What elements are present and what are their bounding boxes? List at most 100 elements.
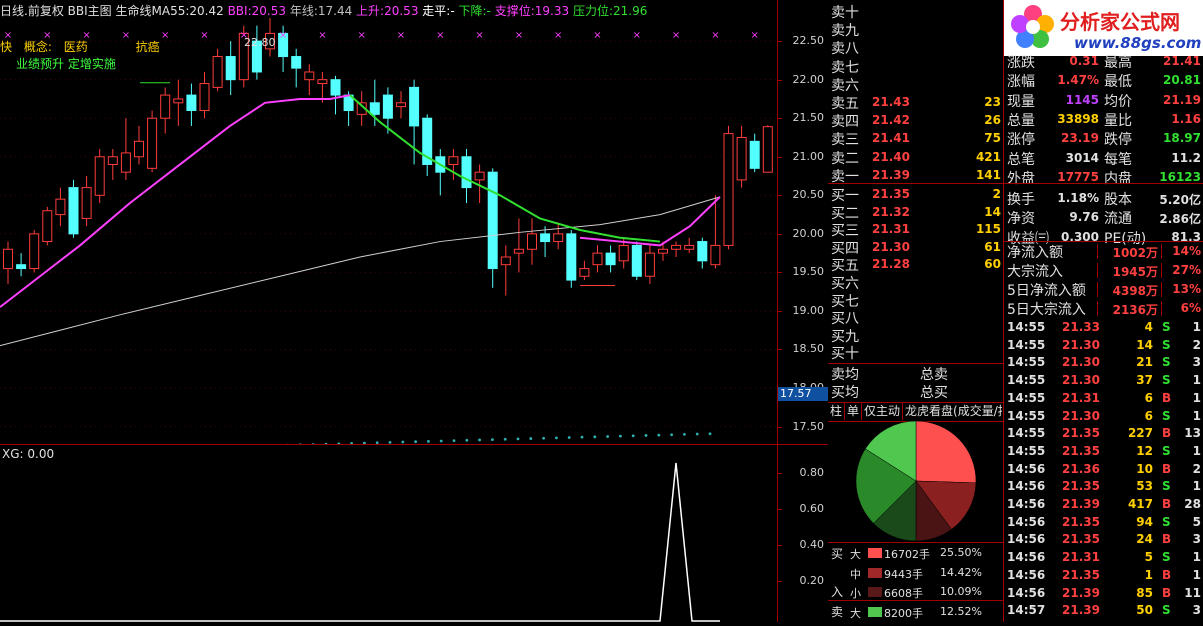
- tick-row[interactable]: 14:5621.351B1: [1004, 568, 1203, 586]
- tick-price: 21.35: [1062, 426, 1100, 440]
- order-price: 21.32: [872, 205, 910, 219]
- indicator-axis-tick: [778, 509, 782, 510]
- order-sell-row[interactable]: 卖九: [828, 20, 1004, 38]
- tick-count: 13: [1184, 426, 1201, 440]
- order-sell-row[interactable]: 卖八: [828, 38, 1004, 56]
- order-level-label: 卖八: [831, 38, 859, 58]
- order-price: 21.31: [872, 222, 910, 236]
- signal-mark: ×: [318, 30, 326, 41]
- concept-tag-1[interactable]: 医药: [64, 40, 88, 54]
- tick-list[interactable]: 14:5521.334S114:5521.3014S214:5521.3021S…: [1004, 320, 1203, 622]
- tick-price: 21.30: [1062, 355, 1100, 369]
- tick-row[interactable]: 14:5621.3594S5: [1004, 515, 1203, 533]
- candle-body: [108, 157, 117, 165]
- tick-row[interactable]: 14:5521.35227B13: [1004, 426, 1203, 444]
- quote-value: 11.2: [1171, 151, 1201, 165]
- quote-label: 最高: [1104, 52, 1132, 72]
- indicator-panel[interactable]: XG: 0.00: [0, 445, 778, 622]
- bbi-rebound-line: [580, 197, 720, 246]
- price-axis-tick: [778, 157, 782, 158]
- indicator-name[interactable]: BBI主图: [68, 4, 112, 18]
- order-sell-row[interactable]: 卖七: [828, 57, 1004, 75]
- price-axis-tick: [778, 272, 782, 273]
- candlestick-svg[interactable]: ××××××××××××××××××××: [0, 0, 778, 444]
- flow-table-row: 大8200手12.52%: [828, 603, 1004, 622]
- order-buy-row[interactable]: 买五21.2860: [828, 255, 1004, 273]
- tick-row[interactable]: 14:5521.3021S3: [1004, 355, 1203, 373]
- tick-row[interactable]: 14:5621.3985B11: [1004, 586, 1203, 604]
- tick-row[interactable]: 14:5621.3610B2: [1004, 462, 1203, 480]
- order-buy-row[interactable]: 买七: [828, 291, 1004, 309]
- order-level-label: 卖九: [831, 20, 859, 40]
- tick-volume: 1: [1145, 568, 1153, 582]
- flow-tab[interactable]: 龙虎看盘(成交量/按: [903, 403, 1002, 420]
- tick-row[interactable]: 14:5621.39417B28: [1004, 497, 1203, 515]
- tick-side: S: [1162, 320, 1171, 334]
- order-buy-row[interactable]: 买二21.3214: [828, 203, 1004, 221]
- order-buy-row[interactable]: 买三21.31115: [828, 220, 1004, 238]
- flow-pct: 12.52%: [940, 605, 982, 618]
- quote-separator: [1004, 183, 1203, 184]
- order-sell-row[interactable]: 卖二21.40421: [828, 148, 1004, 166]
- order-sell-row[interactable]: 卖五21.4323: [828, 93, 1004, 111]
- tick-volume: 14: [1136, 338, 1153, 352]
- tick-row[interactable]: 14:5621.3553S1: [1004, 479, 1203, 497]
- flow-tab[interactable]: 单: [845, 403, 862, 420]
- candle-body: [711, 245, 720, 264]
- tick-price: 21.31: [1062, 391, 1100, 405]
- tick-side: S: [1162, 515, 1171, 529]
- order-sell-row[interactable]: 卖四21.4226: [828, 111, 1004, 129]
- order-buy-row[interactable]: 买十: [828, 343, 1004, 361]
- order-buy-row[interactable]: 买八: [828, 308, 1004, 326]
- quote-row: 总量33898量比1.16: [1004, 110, 1203, 129]
- tick-time: 14:55: [1007, 355, 1045, 369]
- signal-dot: [465, 439, 468, 442]
- tick-side: S: [1162, 338, 1171, 352]
- tick-row[interactable]: 14:5721.3950S3: [1004, 603, 1203, 621]
- order-sell-row[interactable]: 卖六: [828, 75, 1004, 93]
- tick-row[interactable]: 14:5521.316B1: [1004, 391, 1203, 409]
- order-level-label: 卖五: [831, 93, 859, 113]
- candle-body: [672, 245, 681, 249]
- period-label[interactable]: 日线.前复权: [0, 4, 64, 18]
- order-buy-row[interactable]: 买一21.352: [828, 185, 1004, 203]
- order-sell-row[interactable]: 卖十: [828, 2, 1004, 20]
- flow-color-swatch: [868, 548, 882, 558]
- indicator-axis-tick: [778, 581, 782, 582]
- order-volume: 75: [984, 131, 1001, 145]
- flow-tab[interactable]: 仅主动: [862, 403, 903, 420]
- candle-body: [292, 57, 301, 69]
- quote-value: 16123: [1159, 170, 1201, 184]
- signal-mark: ×: [672, 30, 680, 41]
- total-sell-label: 总卖: [920, 364, 948, 384]
- tick-volume: 50: [1136, 603, 1153, 617]
- flow-vol: 9443手: [884, 566, 923, 582]
- tick-row[interactable]: 14:5521.3014S2: [1004, 338, 1203, 356]
- candlestick-chart[interactable]: ×××××××××××××××××××× 日线.前复权 BBI主图 生命线MA5…: [0, 0, 778, 444]
- signal-dot: [491, 438, 494, 441]
- tick-row[interactable]: 14:5521.306S1: [1004, 409, 1203, 427]
- tick-side: S: [1162, 355, 1171, 369]
- price-axis-label: 22.50: [793, 34, 825, 47]
- tick-row[interactable]: 14:5521.3512S1: [1004, 444, 1203, 462]
- signal-mark: ×: [633, 30, 641, 41]
- tick-price: 21.39: [1062, 586, 1100, 600]
- flow-color-swatch: [868, 607, 882, 617]
- flat-value: -: [450, 4, 454, 18]
- order-sell-row[interactable]: 卖一21.39141: [828, 166, 1004, 184]
- flow-tab[interactable]: 柱: [828, 403, 845, 420]
- order-sell-row[interactable]: 卖三21.4175: [828, 129, 1004, 147]
- order-buy-row[interactable]: 买九: [828, 326, 1004, 344]
- tick-row[interactable]: 14:5621.3524B3: [1004, 532, 1203, 550]
- order-buy-row[interactable]: 买六: [828, 273, 1004, 291]
- tick-time: 14:56: [1007, 550, 1045, 564]
- concept-tag-2[interactable]: 抗癌: [136, 40, 160, 54]
- price-axis-label: 18.50: [793, 342, 825, 355]
- flow-size: 大: [850, 605, 861, 621]
- tick-count: 3: [1193, 603, 1201, 617]
- tick-row[interactable]: 14:5521.334S1: [1004, 320, 1203, 338]
- tick-row[interactable]: 14:5521.3037S1: [1004, 373, 1203, 391]
- tick-row[interactable]: 14:5621.315S1: [1004, 550, 1203, 568]
- order-buy-row[interactable]: 买四21.3061: [828, 238, 1004, 256]
- quote-label: 均价: [1104, 91, 1132, 111]
